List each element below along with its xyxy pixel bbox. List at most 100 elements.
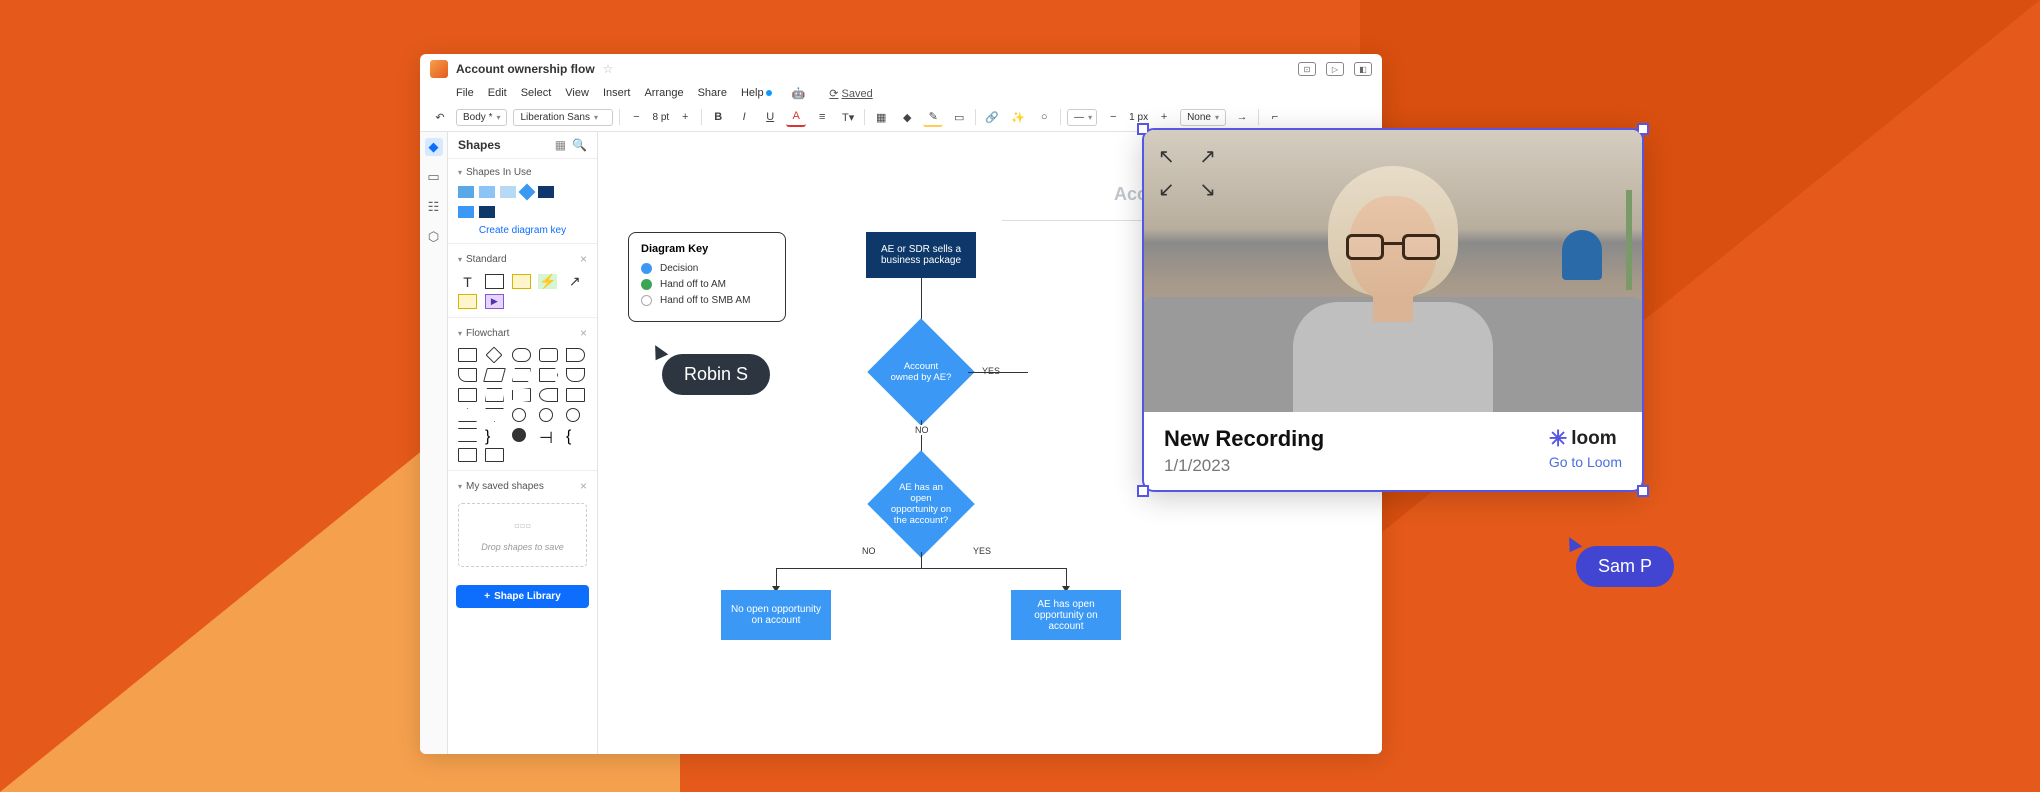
flow-shape[interactable]: [458, 408, 477, 422]
font-size-increase[interactable]: +: [675, 107, 695, 127]
lock-button[interactable]: ○: [1034, 107, 1054, 127]
flow-shape[interactable]: [458, 448, 477, 462]
align-button[interactable]: ≡: [812, 107, 832, 127]
create-diagram-key-link[interactable]: Create diagram key: [458, 222, 587, 239]
swatch-diamond[interactable]: [519, 184, 536, 201]
section-close-icon[interactable]: ×: [580, 252, 587, 266]
swatch[interactable]: [479, 206, 495, 218]
menu-insert[interactable]: Insert: [603, 87, 631, 100]
flow-shape[interactable]: [566, 388, 585, 402]
menu-share[interactable]: Share: [698, 87, 727, 100]
swatch[interactable]: [458, 206, 474, 218]
line-width-decrease[interactable]: −: [1103, 107, 1123, 127]
video-thumbnail[interactable]: ↖ ↗ ↙ ↘: [1144, 130, 1642, 412]
shape-fill-button[interactable]: ◆: [897, 107, 917, 127]
font-select[interactable]: Liberation Sans: [513, 109, 613, 126]
underline-button[interactable]: U: [760, 107, 780, 127]
flow-shape[interactable]: [486, 347, 503, 364]
menu-view[interactable]: View: [565, 87, 589, 100]
expand-icon[interactable]: ↖ ↗ ↙ ↘: [1158, 144, 1216, 202]
menu-arrange[interactable]: Arrange: [644, 87, 683, 100]
resize-handle-icon[interactable]: [1637, 485, 1649, 497]
flow-shape[interactable]: [539, 388, 558, 402]
presence-icon[interactable]: ⊡: [1298, 62, 1316, 76]
menu-file[interactable]: File: [456, 87, 474, 100]
section-saved-shapes[interactable]: My saved shapes×: [458, 475, 587, 497]
flow-shape[interactable]: }: [485, 428, 504, 442]
fill-button[interactable]: ▦: [871, 107, 891, 127]
text-options-button[interactable]: T▾: [838, 107, 858, 127]
flow-shape[interactable]: [512, 368, 531, 382]
saved-shapes-dropzone[interactable]: ▫▫▫ Drop shapes to save: [458, 503, 587, 567]
flow-shape[interactable]: [566, 408, 580, 422]
menu-help[interactable]: Help: [741, 87, 772, 100]
swatch[interactable]: [458, 186, 474, 198]
swatch[interactable]: [479, 186, 495, 198]
menu-select[interactable]: Select: [521, 87, 552, 100]
flow-shape[interactable]: [458, 428, 477, 442]
flow-shape[interactable]: [485, 388, 504, 402]
swatch[interactable]: [500, 186, 516, 198]
containers-tab-icon[interactable]: ▭: [425, 168, 443, 186]
section-shapes-in-use[interactable]: Shapes In Use: [458, 163, 587, 182]
arrow-end-button[interactable]: →: [1232, 107, 1252, 127]
line-style-select[interactable]: —: [1067, 109, 1097, 126]
flow-shape[interactable]: ⊣: [539, 428, 555, 442]
shape-library-button[interactable]: + Shape Library: [456, 585, 589, 608]
favorite-star-icon[interactable]: ☆: [603, 62, 614, 76]
flow-node-start[interactable]: AE or SDR sells a business package: [866, 232, 976, 278]
magic-button[interactable]: ✨: [1008, 107, 1028, 127]
shapes-tab-icon[interactable]: ◆: [425, 138, 443, 156]
action-shape[interactable]: ⚡: [538, 274, 557, 289]
flow-shape[interactable]: [485, 448, 504, 462]
highlight-button[interactable]: ✎: [923, 107, 943, 127]
resize-handle-icon[interactable]: [1137, 485, 1149, 497]
font-size-decrease[interactable]: −: [626, 107, 646, 127]
flow-shape[interactable]: [458, 368, 477, 382]
text-shape[interactable]: T: [458, 274, 477, 289]
flow-shape[interactable]: [512, 408, 526, 422]
flow-shape[interactable]: [458, 348, 477, 362]
flow-shape[interactable]: [512, 348, 531, 362]
go-to-loom-link[interactable]: Go to Loom: [1549, 454, 1622, 471]
undo-icon[interactable]: ↶: [430, 107, 450, 127]
flow-shape[interactable]: [539, 368, 558, 382]
flow-node-result-2[interactable]: AE has open opportunity on account: [1011, 590, 1121, 640]
arrow-shape[interactable]: ↗: [565, 274, 584, 289]
flow-shape[interactable]: [539, 348, 558, 362]
section-close-icon[interactable]: ×: [580, 326, 587, 340]
rect-shape[interactable]: [485, 274, 504, 289]
section-close-icon[interactable]: ×: [580, 479, 587, 493]
swatch[interactable]: [538, 186, 554, 198]
flow-shape[interactable]: [485, 408, 504, 422]
text-color-button[interactable]: A: [786, 107, 806, 127]
italic-button[interactable]: I: [734, 107, 754, 127]
data-tab-icon[interactable]: ☷: [425, 198, 443, 216]
flow-shape[interactable]: [566, 348, 585, 362]
flow-node-decision-1[interactable]: Account owned by AE?: [867, 318, 974, 425]
flow-shape[interactable]: [539, 408, 553, 422]
arrow-select[interactable]: None: [1180, 109, 1226, 126]
section-flowchart[interactable]: Flowchart×: [458, 322, 587, 344]
bold-button[interactable]: B: [708, 107, 728, 127]
flow-shape[interactable]: [512, 428, 526, 442]
style-select[interactable]: Body *: [456, 109, 507, 126]
loom-video-card[interactable]: ↖ ↗ ↙ ↘ New Recording 1/1/2023 ✳loom Go …: [1142, 128, 1644, 492]
sticky-shape[interactable]: [458, 294, 477, 309]
saved-status[interactable]: ⟳ Saved: [829, 87, 872, 100]
flow-node-result-1[interactable]: No open opportunity on account: [721, 590, 831, 640]
flow-shape[interactable]: [483, 368, 506, 382]
layers-tab-icon[interactable]: ⬡: [425, 228, 443, 246]
flow-shape[interactable]: [512, 388, 531, 402]
flow-shape[interactable]: [566, 368, 585, 382]
ai-icon[interactable]: 🤖: [792, 87, 806, 100]
flow-node-decision-2[interactable]: AE has an open opportunity on the accoun…: [867, 450, 974, 557]
record-icon[interactable]: ◧: [1354, 62, 1372, 76]
link-button[interactable]: 🔗: [982, 107, 1002, 127]
border-button[interactable]: ▭: [949, 107, 969, 127]
panel-search-icon[interactable]: 🔍: [572, 138, 587, 152]
line-width-increase[interactable]: +: [1154, 107, 1174, 127]
section-standard[interactable]: Standard×: [458, 248, 587, 270]
note-shape[interactable]: [512, 274, 531, 289]
present-icon[interactable]: ▷: [1326, 62, 1344, 76]
